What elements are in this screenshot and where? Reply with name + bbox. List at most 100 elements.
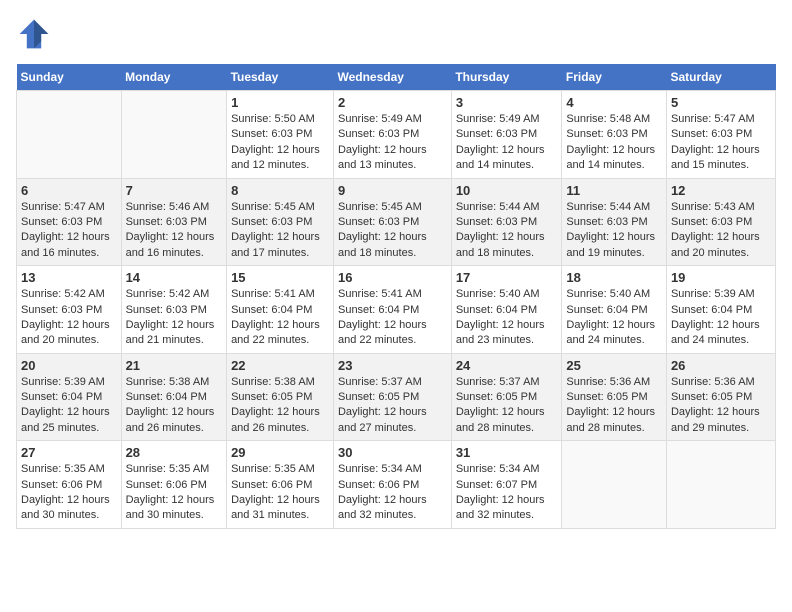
day-number: 20 xyxy=(21,358,117,373)
calendar-cell: 21 Sunrise: 5:38 AMSunset: 6:04 PMDayligh… xyxy=(121,353,226,441)
logo-icon xyxy=(16,16,52,52)
day-info: Sunrise: 5:48 AMSunset: 6:03 PMDaylight:… xyxy=(566,112,662,174)
day-info: Sunrise: 5:47 AMSunset: 6:03 PMDaylight:… xyxy=(671,112,771,174)
day-info: Sunrise: 5:35 AMSunset: 6:06 PMDaylight:… xyxy=(126,462,222,524)
calendar-cell: 1 Sunrise: 5:50 AMSunset: 6:03 PMDaylight… xyxy=(227,91,334,179)
day-number: 28 xyxy=(126,445,222,460)
header-cell: Sunday xyxy=(17,64,122,91)
calendar-cell: 11Sunrise: 5:44 AMSunset: 6:03 PMDayligh… xyxy=(562,178,667,266)
calendar-cell: 17Sunrise: 5:40 AMSunset: 6:04 PMDayligh… xyxy=(451,266,562,354)
calendar-cell: 20 Sunrise: 5:39 AMSunset: 6:04 PMDayligh… xyxy=(17,353,122,441)
calendar-cell: 26 Sunrise: 5:36 AMSunset: 6:05 PMDayligh… xyxy=(666,353,775,441)
day-info: Sunrise: 5:34 AMSunset: 6:06 PMDaylight:… xyxy=(338,462,447,524)
day-number: 27 xyxy=(21,445,117,460)
calendar-cell: 24 Sunrise: 5:37 AMSunset: 6:05 PMDayligh… xyxy=(451,353,562,441)
day-number: 8 xyxy=(231,183,329,198)
day-number: 10 xyxy=(456,183,558,198)
day-info: Sunrise: 5:35 AMSunset: 6:06 PMDaylight:… xyxy=(21,462,117,524)
day-info: Sunrise: 5:41 AMSunset: 6:04 PMDaylight:… xyxy=(231,287,329,349)
calendar-cell: 7Sunrise: 5:46 AMSunset: 6:03 PMDaylight… xyxy=(121,178,226,266)
calendar-cell: 2 Sunrise: 5:49 AMSunset: 6:03 PMDaylight… xyxy=(333,91,451,179)
calendar-cell: 15 Sunrise: 5:41 AMSunset: 6:04 PMDayligh… xyxy=(227,266,334,354)
calendar-cell xyxy=(17,91,122,179)
calendar-week-row: 6 Sunrise: 5:47 AMSunset: 6:03 PMDaylight… xyxy=(17,178,776,266)
day-number: 13 xyxy=(21,270,117,285)
day-info: Sunrise: 5:39 AMSunset: 6:04 PMDaylight:… xyxy=(21,375,117,437)
day-info: Sunrise: 5:45 AMSunset: 6:03 PMDaylight:… xyxy=(338,200,447,262)
header-cell: Wednesday xyxy=(333,64,451,91)
calendar-cell: 22Sunrise: 5:38 AMSunset: 6:05 PMDayligh… xyxy=(227,353,334,441)
calendar-cell: 9 Sunrise: 5:45 AMSunset: 6:03 PMDaylight… xyxy=(333,178,451,266)
day-number: 7 xyxy=(126,183,222,198)
calendar-cell: 23 Sunrise: 5:37 AMSunset: 6:05 PMDayligh… xyxy=(333,353,451,441)
header-cell: Friday xyxy=(562,64,667,91)
calendar-cell: 8 Sunrise: 5:45 AMSunset: 6:03 PMDaylight… xyxy=(227,178,334,266)
day-info: Sunrise: 5:36 AMSunset: 6:05 PMDaylight:… xyxy=(671,375,771,437)
day-info: Sunrise: 5:47 AMSunset: 6:03 PMDaylight:… xyxy=(21,200,117,262)
page-header xyxy=(16,16,776,52)
day-info: Sunrise: 5:37 AMSunset: 6:05 PMDaylight:… xyxy=(456,375,558,437)
day-info: Sunrise: 5:38 AMSunset: 6:05 PMDaylight:… xyxy=(231,375,329,437)
day-number: 26 xyxy=(671,358,771,373)
day-number: 17 xyxy=(456,270,558,285)
day-number: 25 xyxy=(566,358,662,373)
day-number: 23 xyxy=(338,358,447,373)
day-number: 16 xyxy=(338,270,447,285)
day-info: Sunrise: 5:38 AMSunset: 6:04 PMDaylight:… xyxy=(126,375,222,437)
calendar-week-row: 1 Sunrise: 5:50 AMSunset: 6:03 PMDaylight… xyxy=(17,91,776,179)
calendar-cell: 31 Sunrise: 5:34 AMSunset: 6:07 PMDayligh… xyxy=(451,441,562,529)
day-number: 4 xyxy=(566,95,662,110)
day-info: Sunrise: 5:44 AMSunset: 6:03 PMDaylight:… xyxy=(566,200,662,262)
calendar-cell: 4 Sunrise: 5:48 AMSunset: 6:03 PMDaylight… xyxy=(562,91,667,179)
day-number: 3 xyxy=(456,95,558,110)
logo xyxy=(16,16,56,52)
header-row: SundayMondayTuesdayWednesdayThursdayFrid… xyxy=(17,64,776,91)
day-info: Sunrise: 5:39 AMSunset: 6:04 PMDaylight:… xyxy=(671,287,771,349)
header-cell: Thursday xyxy=(451,64,562,91)
day-number: 30 xyxy=(338,445,447,460)
calendar-week-row: 13 Sunrise: 5:42 AMSunset: 6:03 PMDayligh… xyxy=(17,266,776,354)
calendar-cell: 27 Sunrise: 5:35 AMSunset: 6:06 PMDayligh… xyxy=(17,441,122,529)
calendar-cell: 12Sunrise: 5:43 AMSunset: 6:03 PMDayligh… xyxy=(666,178,775,266)
day-number: 24 xyxy=(456,358,558,373)
day-info: Sunrise: 5:42 AMSunset: 6:03 PMDaylight:… xyxy=(126,287,222,349)
calendar-cell: 29Sunrise: 5:35 AMSunset: 6:06 PMDayligh… xyxy=(227,441,334,529)
header-cell: Monday xyxy=(121,64,226,91)
day-number: 21 xyxy=(126,358,222,373)
calendar-cell: 10 Sunrise: 5:44 AMSunset: 6:03 PMDayligh… xyxy=(451,178,562,266)
calendar-cell: 28 Sunrise: 5:35 AMSunset: 6:06 PMDayligh… xyxy=(121,441,226,529)
day-number: 18 xyxy=(566,270,662,285)
day-number: 6 xyxy=(21,183,117,198)
calendar-cell: 13Sunrise: 5:42 AMSunset: 6:03 PMDayligh… xyxy=(17,266,122,354)
day-info: Sunrise: 5:40 AMSunset: 6:04 PMDaylight:… xyxy=(566,287,662,349)
calendar-cell: 30 Sunrise: 5:34 AMSunset: 6:06 PMDayligh… xyxy=(333,441,451,529)
day-number: 1 xyxy=(231,95,329,110)
calendar-cell: 18 Sunrise: 5:40 AMSunset: 6:04 PMDayligh… xyxy=(562,266,667,354)
calendar-cell xyxy=(121,91,226,179)
day-info: Sunrise: 5:34 AMSunset: 6:07 PMDaylight:… xyxy=(456,462,558,524)
calendar-cell xyxy=(562,441,667,529)
day-info: Sunrise: 5:45 AMSunset: 6:03 PMDaylight:… xyxy=(231,200,329,262)
calendar-cell: 14 Sunrise: 5:42 AMSunset: 6:03 PMDayligh… xyxy=(121,266,226,354)
calendar-cell: 16 Sunrise: 5:41 AMSunset: 6:04 PMDayligh… xyxy=(333,266,451,354)
day-info: Sunrise: 5:44 AMSunset: 6:03 PMDaylight:… xyxy=(456,200,558,262)
calendar-cell: 6 Sunrise: 5:47 AMSunset: 6:03 PMDaylight… xyxy=(17,178,122,266)
day-number: 31 xyxy=(456,445,558,460)
calendar-week-row: 20 Sunrise: 5:39 AMSunset: 6:04 PMDayligh… xyxy=(17,353,776,441)
day-info: Sunrise: 5:37 AMSunset: 6:05 PMDaylight:… xyxy=(338,375,447,437)
header-cell: Tuesday xyxy=(227,64,334,91)
day-number: 15 xyxy=(231,270,329,285)
day-number: 2 xyxy=(338,95,447,110)
day-info: Sunrise: 5:36 AMSunset: 6:05 PMDaylight:… xyxy=(566,375,662,437)
calendar-body: 1 Sunrise: 5:50 AMSunset: 6:03 PMDaylight… xyxy=(17,91,776,529)
header-cell: Saturday xyxy=(666,64,775,91)
day-info: Sunrise: 5:50 AMSunset: 6:03 PMDaylight:… xyxy=(231,112,329,174)
day-number: 9 xyxy=(338,183,447,198)
day-number: 5 xyxy=(671,95,771,110)
day-number: 19 xyxy=(671,270,771,285)
calendar-header: SundayMondayTuesdayWednesdayThursdayFrid… xyxy=(17,64,776,91)
day-info: Sunrise: 5:41 AMSunset: 6:04 PMDaylight:… xyxy=(338,287,447,349)
calendar-cell: 25 Sunrise: 5:36 AMSunset: 6:05 PMDayligh… xyxy=(562,353,667,441)
day-number: 14 xyxy=(126,270,222,285)
day-info: Sunrise: 5:49 AMSunset: 6:03 PMDaylight:… xyxy=(338,112,447,174)
